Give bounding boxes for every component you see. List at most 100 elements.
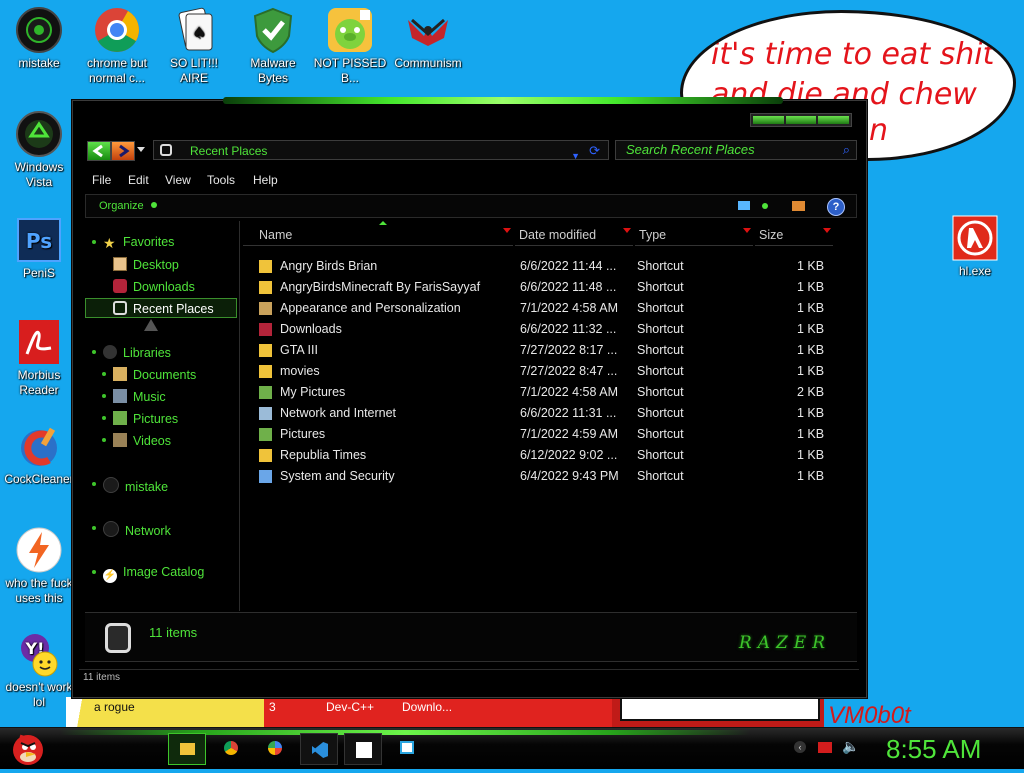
file-row[interactable]: Republia Times 6/12/2022 9:02 ... Shortcut… [253, 445, 833, 466]
desktop-icon-cockcleaner[interactable]: CockCleaner [2, 422, 76, 487]
column-dropdown-icon[interactable] [623, 228, 631, 233]
file-row[interactable]: System and Security 6/4/2022 9:43 PM Short… [253, 466, 833, 487]
taskbar-chrome-button[interactable] [212, 733, 250, 765]
file-type-cell: Shortcut [637, 448, 684, 462]
desktop-icon-doesnt-work[interactable]: Y! doesn't work lol [2, 630, 76, 710]
menu-view[interactable]: View [165, 173, 191, 187]
column-dropdown-icon[interactable] [743, 228, 751, 233]
nav-label: Documents [133, 368, 197, 382]
expand-dot[interactable] [102, 438, 106, 442]
menu-file[interactable]: File [92, 173, 111, 187]
desktop-icon-hl-exe[interactable]: hl.exe [938, 214, 1012, 279]
expand-dot[interactable] [92, 482, 96, 486]
menu-tools[interactable]: Tools [207, 173, 235, 187]
desktop-icon-malwarebytes[interactable]: Malware Bytes [236, 6, 310, 86]
desktop-icon-mistake[interactable]: mistake [2, 6, 76, 71]
menu-help[interactable]: Help [253, 173, 278, 187]
expand-dot[interactable] [102, 416, 106, 420]
file-row[interactable]: AngryBirdsMinecraft By FarisSayyaf 6/6/20… [253, 277, 833, 298]
back-button[interactable] [87, 141, 111, 161]
nav-network[interactable]: Network [103, 521, 171, 538]
file-size-cell: 1 KB [797, 364, 825, 378]
column-header-name[interactable]: Name [243, 223, 513, 246]
expand-dot[interactable] [92, 240, 96, 244]
minimize-button[interactable] [753, 116, 784, 124]
file-name-cell: Network and Internet [280, 406, 397, 420]
desktop-icon-who-uses-this[interactable]: who the fuck uses this [2, 526, 76, 606]
file-row[interactable]: My Pictures 7/1/2022 4:58 AM Shortcut 2 KB [253, 382, 833, 403]
desktop-icon-solitaire[interactable]: ♠ SO LIT!!! AIRE [157, 6, 231, 86]
clock[interactable]: 8:55 AM [886, 734, 981, 765]
desktop-icon-chrome[interactable]: chrome but normal c... [80, 6, 154, 86]
desktop-icon-communism[interactable]: Communism [391, 6, 465, 71]
address-dropdown-icon[interactable]: ▼ [571, 146, 580, 166]
column-header-type[interactable]: Type [635, 223, 753, 246]
file-type-cell: Shortcut [637, 406, 684, 420]
address-location-icon [160, 144, 172, 156]
nav-downloads[interactable]: Downloads [113, 279, 195, 294]
expand-dot[interactable] [92, 570, 96, 574]
desktop-icon-windows-vista[interactable]: Windows Vista [2, 110, 76, 190]
expand-dot[interactable] [102, 372, 106, 376]
nav-label: Pictures [133, 412, 179, 426]
nav-music[interactable]: Music [113, 389, 166, 404]
taskbar-explorer-button[interactable] [168, 733, 206, 765]
start-button[interactable] [6, 728, 46, 768]
refresh-icon[interactable]: ⟳ [589, 141, 600, 161]
file-row[interactable]: Downloads 6/6/2022 11:32 ... Shortcut 1 KB [253, 319, 833, 340]
view-mode-icon[interactable] [738, 201, 750, 210]
desktop-icon-penis[interactable]: Ps PeniS [2, 216, 76, 281]
menu-edit[interactable]: Edit [128, 173, 149, 187]
file-row[interactable]: Network and Internet 6/6/2022 11:31 ... Sh… [253, 403, 833, 424]
taskbar-blank-button[interactable] [344, 733, 382, 765]
nav-label: Videos [133, 434, 171, 448]
tray-monitor-icon[interactable] [818, 742, 832, 753]
expand-dot[interactable] [92, 350, 96, 354]
recent-pages-dropdown[interactable] [137, 147, 145, 152]
nav-videos[interactable]: Videos [113, 433, 171, 448]
organize-button[interactable]: Organize [99, 200, 157, 212]
tray-chevron-icon[interactable]: ‹ [794, 741, 806, 753]
column-header-date[interactable]: Date modified [515, 223, 633, 246]
nav-desktop[interactable]: Desktop [113, 257, 179, 272]
nav-documents[interactable]: Documents [113, 367, 196, 382]
angry-pig-icon [326, 6, 374, 54]
taskbar-app-button[interactable] [388, 733, 426, 765]
file-date-cell: 6/12/2022 9:02 ... [520, 448, 618, 462]
file-row[interactable]: GTA III 7/27/2022 8:17 ... Shortcut 1 KB [253, 340, 833, 361]
taskbar-vscode-button[interactable] [300, 733, 338, 765]
column-header-size[interactable]: Size [755, 223, 833, 246]
nav-mistake[interactable]: mistake [103, 477, 168, 494]
search-icon[interactable]: ⌕ [843, 141, 850, 159]
desktop-icon-not-pissed[interactable]: NOT PISSED B... [313, 6, 387, 86]
view-options-dot[interactable] [762, 203, 768, 209]
nav-recent-places[interactable]: Recent Places [113, 301, 214, 316]
nav-pictures[interactable]: Pictures [113, 411, 178, 426]
search-input[interactable]: Search Recent Places ⌕ [615, 140, 857, 160]
pdf-icon [15, 318, 63, 366]
column-dropdown-icon[interactable] [823, 228, 831, 233]
nav-libraries[interactable]: Libraries [103, 345, 171, 360]
file-row[interactable]: movies 7/27/2022 8:47 ... Shortcut 1 KB [253, 361, 833, 382]
help-icon[interactable]: ? [827, 198, 845, 216]
nav-image-catalog[interactable]: ⚡ Image Catalog [103, 565, 204, 583]
expand-dot[interactable] [92, 526, 96, 530]
forward-button[interactable] [111, 141, 135, 161]
column-dropdown-icon[interactable] [503, 228, 511, 233]
file-row[interactable]: Angry Birds Brian 6/6/2022 11:44 ... Short… [253, 256, 833, 277]
close-button[interactable] [818, 116, 850, 124]
desktop-icon-morbius-reader[interactable]: Morbius Reader [2, 318, 76, 398]
explorer-window[interactable]: Recent Places ▼ ⟳ Search Recent Places ⌕… [72, 97, 867, 698]
volume-icon[interactable]: 🔈 [842, 738, 859, 755]
file-size-cell: 1 KB [797, 427, 825, 441]
expand-dot[interactable] [102, 394, 106, 398]
file-row[interactable]: Pictures 7/1/2022 4:59 AM Shortcut 1 KB [253, 424, 833, 445]
maximize-button[interactable] [785, 116, 817, 124]
forward-arrow-icon [119, 144, 130, 158]
nav-favorites[interactable]: ★ Favorites [103, 235, 174, 250]
taskbar-browser-button[interactable] [256, 733, 294, 765]
photoshop-icon: Ps [15, 216, 63, 264]
preview-pane-icon[interactable] [792, 201, 805, 211]
file-row[interactable]: Appearance and Personalization 7/1/2022 4… [253, 298, 833, 319]
address-bar[interactable]: Recent Places ▼ ⟳ [153, 140, 609, 161]
